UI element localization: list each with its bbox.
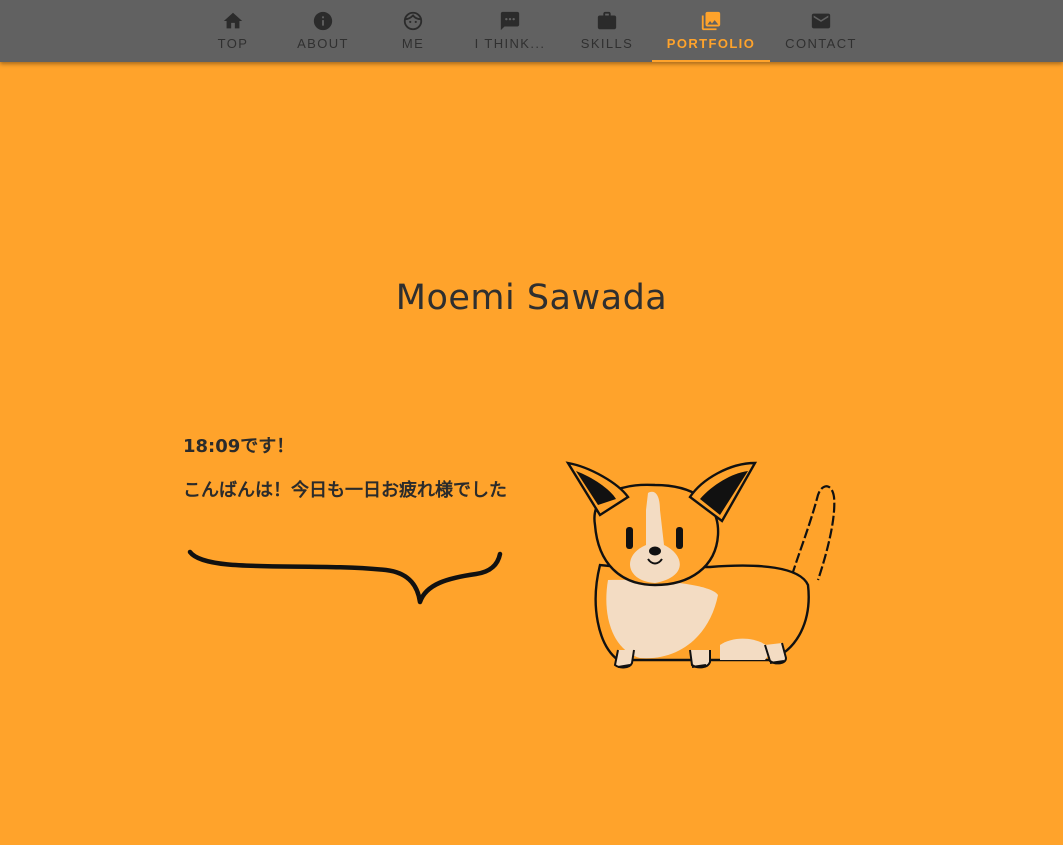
nav-item-i-think[interactable]: I THINK... [466, 0, 554, 62]
chat-icon [500, 11, 520, 31]
nav-label-top: TOP [217, 36, 249, 51]
nav-item-portfolio[interactable]: PORTFOLIO [652, 0, 770, 62]
nav-label-about: ABOUT [297, 36, 349, 51]
nav-label-contact: CONTACT [785, 36, 857, 51]
time-message: 18:09です！ [183, 436, 295, 457]
nav-item-me[interactable]: ME [387, 0, 439, 62]
nav-item-top[interactable]: TOP [204, 0, 262, 62]
mail-icon [811, 13, 831, 29]
nav-item-contact[interactable]: CONTACT [782, 0, 860, 62]
page-title: Moemi Sawada [395, 278, 668, 318]
home-icon [223, 12, 243, 29]
greeting-message: こんばんは！今日も一日お疲れ様でした [183, 480, 507, 501]
nav-item-skills[interactable]: SKILLS [576, 0, 638, 62]
nav-label-skills: SKILLS [580, 36, 634, 51]
briefcase-icon [597, 11, 617, 30]
nav-label-portfolio: PORTFOLIO [666, 36, 756, 51]
active-tab-indicator [652, 60, 770, 62]
face-icon [403, 11, 423, 31]
top-navbar: TOP ABOUT ME I THINK... SKILLS PORTFOLIO… [0, 0, 1063, 62]
corgi-illustration [565, 461, 836, 669]
info-icon [313, 11, 333, 31]
nav-item-about[interactable]: ABOUT [290, 0, 356, 62]
speech-bubble-tail [187, 549, 503, 605]
nav-label-me: ME [401, 36, 425, 51]
photo-library-icon [701, 11, 721, 31]
nav-label-i-think: I THINK... [474, 36, 546, 51]
